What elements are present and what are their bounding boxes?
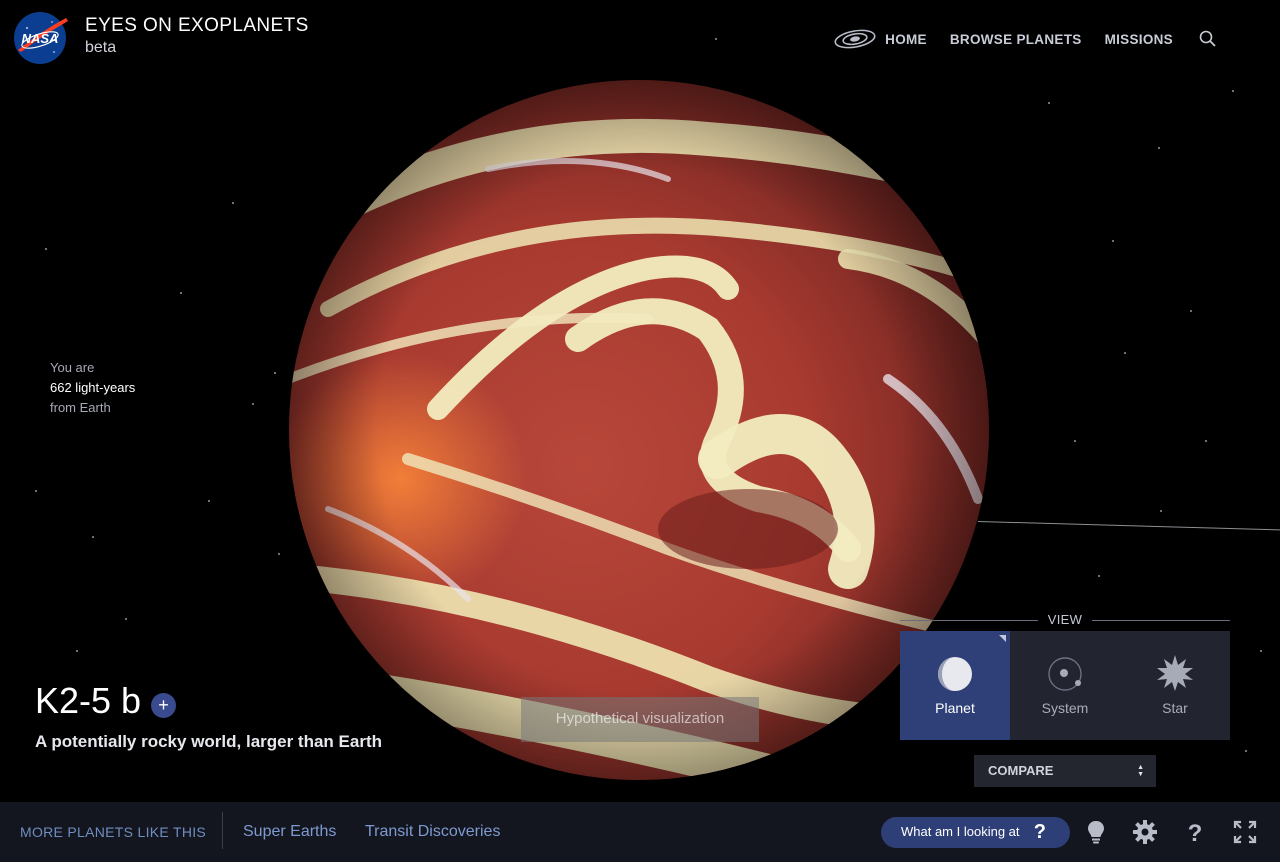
distance-readout: You are 662 light-years from Earth xyxy=(50,358,135,418)
nasa-logo[interactable]: NASA xyxy=(12,10,68,66)
dropdown-arrows-icon: ▲ ▼ xyxy=(1137,764,1144,778)
star-dot xyxy=(125,618,127,620)
compare-label: COMPARE xyxy=(988,763,1054,778)
category-transit-discoveries[interactable]: Transit Discoveries xyxy=(365,823,500,841)
view-option-planet[interactable]: Planet xyxy=(900,631,1010,740)
star-dot xyxy=(1124,352,1126,354)
star-dot xyxy=(278,553,280,555)
star-dot xyxy=(1232,90,1234,92)
divider xyxy=(222,812,223,849)
nav-browse-planets[interactable]: BROWSE PLANETS xyxy=(950,32,1082,47)
star-dot xyxy=(1260,650,1262,652)
planet-description: A potentially rocky world, larger than E… xyxy=(35,732,382,751)
view-option-label: Planet xyxy=(935,700,975,716)
app-title: EYES ON EXOPLANETS xyxy=(85,15,309,36)
search-icon[interactable] xyxy=(1198,29,1218,49)
star-dot xyxy=(1158,147,1160,149)
help-icon[interactable]: ? xyxy=(1182,819,1208,845)
star-dot xyxy=(274,372,276,374)
star-dot xyxy=(1205,440,1207,442)
star-dot xyxy=(180,292,182,294)
star-dot xyxy=(45,248,47,250)
star-dot xyxy=(252,403,254,405)
distance-suffix: from Earth xyxy=(50,400,111,415)
top-nav: HOME BROWSE PLANETS MISSIONS xyxy=(833,27,1218,51)
view-label: VIEW xyxy=(900,612,1230,627)
distance-value: 662 light-years xyxy=(50,380,136,395)
star-dot xyxy=(76,650,78,652)
galaxy-icon xyxy=(834,29,876,49)
star-dot xyxy=(715,38,717,40)
what-am-i-looking-at-button[interactable]: What am I looking at ? xyxy=(881,817,1070,848)
star-dot xyxy=(1074,440,1076,442)
compare-dropdown[interactable]: COMPARE ▲ ▼ xyxy=(974,755,1156,787)
hypothetical-visualization-label: Hypothetical visualization xyxy=(521,697,759,742)
bottom-bar: MORE PLANETS LIKE THIS Super Earths Tran… xyxy=(0,802,1280,862)
category-super-earths[interactable]: Super Earths xyxy=(243,823,336,841)
planet-visualization[interactable] xyxy=(288,79,990,781)
star-dot xyxy=(1245,750,1247,752)
star-dot xyxy=(35,490,37,492)
question-mark-icon: ? xyxy=(1033,821,1046,843)
fullscreen-icon[interactable] xyxy=(1232,819,1258,845)
what-am-i-looking-at-label: What am I looking at xyxy=(901,824,1020,839)
view-selector: Planet System Star xyxy=(900,631,1230,740)
nav-missions[interactable]: MISSIONS xyxy=(1105,32,1173,47)
star-dot xyxy=(1098,575,1100,577)
star-dot xyxy=(92,536,94,538)
svg-text:?: ? xyxy=(1188,820,1203,845)
star-dot xyxy=(232,202,234,204)
active-corner-indicator xyxy=(999,635,1006,642)
app-subtitle: beta xyxy=(85,39,117,56)
settings-gear-icon[interactable] xyxy=(1132,819,1158,845)
system-icon xyxy=(1048,657,1082,691)
star-dot xyxy=(1160,510,1162,512)
planet-icon xyxy=(938,657,972,691)
star-dot xyxy=(1190,310,1192,312)
svg-text:NASA: NASA xyxy=(22,31,59,46)
planet-name: K2-5 b xyxy=(35,680,142,721)
view-option-label: System xyxy=(1041,700,1089,716)
nav-home-label: HOME xyxy=(885,31,927,47)
lightbulb-icon[interactable] xyxy=(1083,819,1109,845)
add-planet-button[interactable]: + xyxy=(151,693,176,718)
star-dot xyxy=(1112,240,1114,242)
star-dot xyxy=(208,500,210,502)
more-planets-label: MORE PLANETS LIKE THIS xyxy=(20,824,207,840)
view-option-label: Star xyxy=(1162,700,1188,716)
view-option-star[interactable]: Star xyxy=(1120,631,1230,740)
distance-prefix: You are xyxy=(50,360,95,375)
star-dot xyxy=(1048,102,1050,104)
view-option-system[interactable]: System xyxy=(1010,631,1120,740)
nav-home[interactable]: HOME xyxy=(833,27,927,51)
star-icon xyxy=(1157,655,1193,691)
